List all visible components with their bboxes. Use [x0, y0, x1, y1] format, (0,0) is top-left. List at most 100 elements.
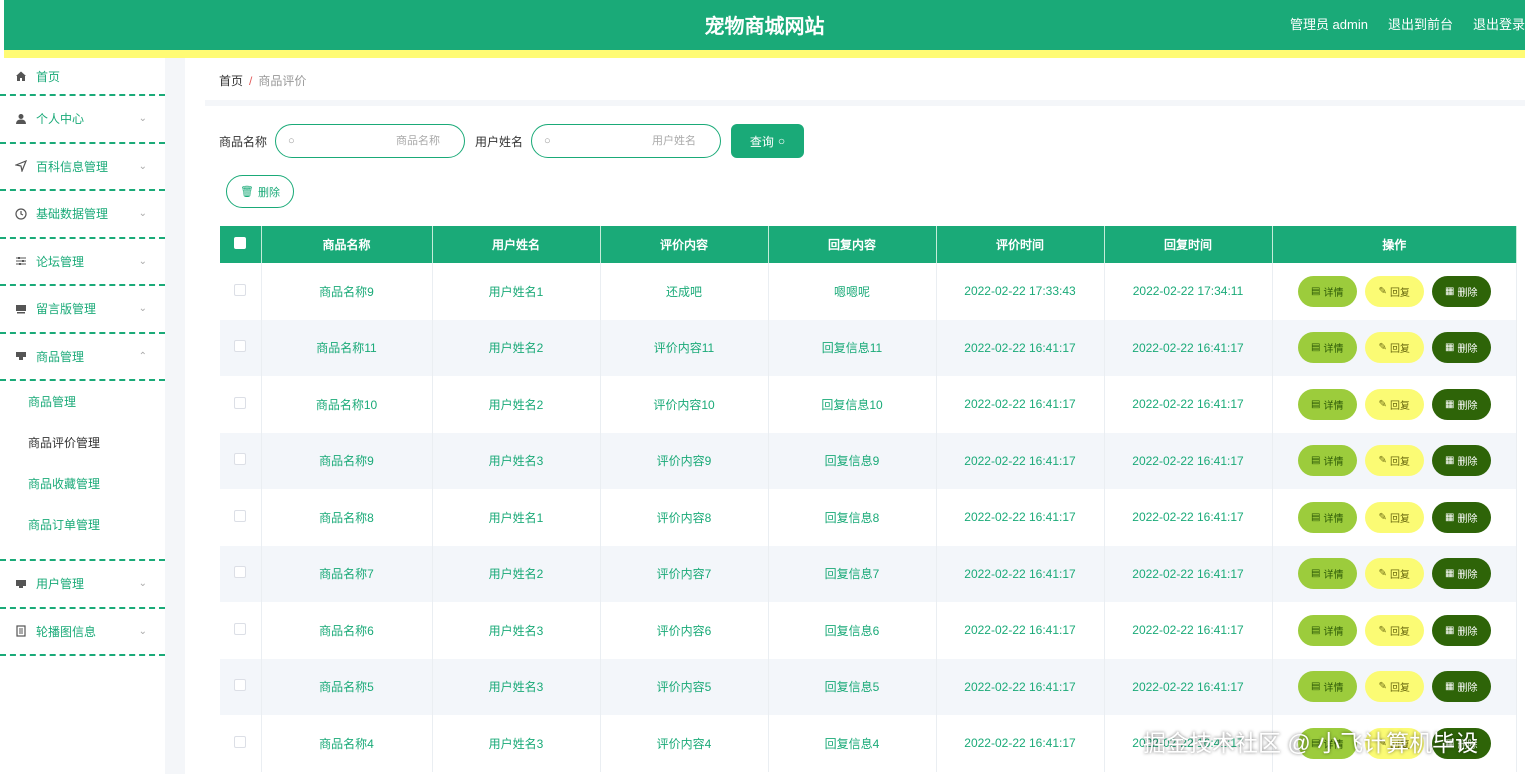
sidebar-item-user[interactable]: 个人中心 ⌄	[0, 96, 165, 144]
submenu-item-goods-favorite[interactable]: 商品收藏管理	[28, 471, 165, 512]
batch-delete-button[interactable]: 🗑 删除	[226, 175, 294, 208]
detail-button[interactable]: ▤ 详情	[1297, 614, 1357, 646]
breadcrumb-current: 商品评价	[258, 74, 307, 88]
detail-button[interactable]: ▤ 详情	[1297, 445, 1357, 477]
submenu-item-goods[interactable]: 商品管理	[28, 389, 165, 430]
table-cell: 评价内容7	[600, 545, 769, 602]
logout-link[interactable]: 退出登录	[1473, 14, 1525, 33]
delete-button[interactable]: ▦ 删除	[1431, 445, 1491, 477]
goods-name-input[interactable]	[294, 135, 453, 147]
detail-button[interactable]: ▤ 详情	[1297, 388, 1357, 420]
table-cell: 评价内容8	[600, 489, 769, 546]
edit-icon: ✎	[1378, 681, 1387, 693]
table-cell: 2022-02-22 16:41:17	[1104, 545, 1273, 602]
trash-icon: ▦	[1445, 455, 1455, 467]
table-cell: 用户姓名3	[432, 658, 601, 715]
sidebar-item-label: 百科信息管理	[36, 159, 109, 174]
table-cell: 2022-02-22 16:41:17	[936, 545, 1105, 602]
sidebar-item-clock[interactable]: 基础数据管理 ⌄	[0, 191, 165, 239]
table-cell: 用户姓名3	[432, 602, 601, 659]
trash-icon: ▦	[1445, 285, 1455, 297]
actions-cell: ▤ 详情 ✎ 回复 ▦ 删除	[1272, 432, 1517, 489]
sidebar-item-label: 轮播图信息	[36, 624, 97, 639]
reply-button-label: 回复	[1389, 457, 1410, 469]
reply-button[interactable]: ✎ 回复	[1364, 558, 1424, 590]
sidebar-item-image[interactable]: 轮播图信息 ⌄	[0, 609, 165, 656]
detail-button[interactable]: ▤ 详情	[1297, 671, 1357, 703]
sidebar-item-send[interactable]: 百科信息管理 ⌄	[0, 144, 165, 191]
detail-button-label: 详情	[1323, 513, 1344, 525]
table-cell: 2022-02-22 16:41:17	[936, 602, 1105, 659]
goods-name-search-field[interactable]: ○	[275, 124, 466, 158]
table-cell: 商品名称11	[261, 319, 433, 376]
table-cell: 评价内容4	[600, 715, 769, 772]
reply-button-label: 回复	[1389, 400, 1410, 412]
sidebar-item-home[interactable]: 首页	[0, 58, 165, 96]
detail-button[interactable]: ▤ 详情	[1297, 332, 1357, 364]
sidebar-item-user-card[interactable]: 用户管理 ⌄	[0, 561, 165, 609]
table-cell: 商品名称5	[261, 658, 433, 715]
reply-button[interactable]: ✎ 回复	[1364, 671, 1424, 703]
row-select-cell	[220, 263, 262, 320]
submenu-item-goods-order[interactable]: 商品订单管理	[28, 512, 165, 553]
reply-button[interactable]: ✎ 回复	[1364, 332, 1424, 364]
row-checkbox[interactable]	[234, 453, 247, 466]
edit-icon: ✎	[1378, 624, 1387, 636]
delete-button[interactable]: ▦ 删除	[1431, 501, 1491, 533]
row-checkbox[interactable]	[234, 340, 247, 353]
sidebar-item-sliders[interactable]: 论坛管理 ⌄	[0, 239, 165, 286]
edit-icon: ✎	[1378, 568, 1387, 580]
detail-button[interactable]: ▤ 详情	[1297, 275, 1357, 307]
reply-button[interactable]: ✎ 回复	[1364, 501, 1424, 533]
chevron-down-icon: ⌄	[138, 113, 147, 125]
table-cell: 回复信息11	[768, 319, 937, 376]
row-checkbox[interactable]	[234, 396, 247, 409]
detail-button[interactable]: ▤ 详情	[1297, 558, 1357, 590]
breadcrumb-home[interactable]: 首页	[219, 74, 243, 88]
table-cell: 回复信息7	[768, 545, 937, 602]
clock-icon	[14, 207, 28, 221]
delete-button[interactable]: ▦ 删除	[1431, 558, 1491, 590]
reply-button[interactable]: ✎ 回复	[1364, 445, 1424, 477]
row-checkbox[interactable]	[234, 735, 247, 748]
select-all-checkbox[interactable]	[234, 237, 247, 249]
divider	[205, 100, 1525, 106]
delete-button-label: 删除	[1457, 513, 1478, 525]
delete-button-label: 删除	[1457, 287, 1478, 299]
user-name-search-field[interactable]: ○	[531, 124, 722, 158]
row-checkbox[interactable]	[234, 509, 247, 522]
table-row: 商品名称9 用户姓名1 还成吧 嗯嗯呢 2022-02-22 17:33:43 2022-…	[220, 263, 1517, 320]
front-link[interactable]: 退出到前台	[1388, 14, 1453, 33]
table-cell: 商品名称9	[261, 432, 433, 489]
row-checkbox[interactable]	[234, 622, 247, 635]
search-icon: ○	[288, 135, 295, 147]
delete-button[interactable]: ▦ 删除	[1431, 332, 1491, 364]
reply-button[interactable]: ✎ 回复	[1364, 275, 1424, 307]
delete-button[interactable]: ▦ 删除	[1431, 275, 1491, 307]
reply-button[interactable]: ✎ 回复	[1364, 388, 1424, 420]
user-name-input[interactable]	[550, 135, 709, 147]
reply-button[interactable]: ✎ 回复	[1364, 614, 1424, 646]
row-checkbox[interactable]	[234, 566, 247, 579]
column-header: 评价时间	[936, 226, 1105, 263]
table-cell: 回复信息6	[768, 602, 937, 659]
table-cell: 评价内容5	[600, 658, 769, 715]
delete-button[interactable]: ▦ 删除	[1431, 388, 1491, 420]
query-button[interactable]: 查询 ○	[731, 124, 805, 158]
search-icon: ○	[777, 134, 786, 148]
row-checkbox[interactable]	[234, 679, 247, 692]
chevron-down-icon: ⌄	[138, 303, 147, 315]
detail-button[interactable]: ▤ 详情	[1297, 501, 1357, 533]
column-header: 用户姓名	[432, 226, 601, 263]
sidebar-item-goods[interactable]: 商品管理 ⌃	[0, 334, 165, 381]
actions-cell: ▤ 详情 ✎ 回复 ▦ 删除	[1272, 319, 1517, 376]
sidebar-item-message[interactable]: 留言版管理 ⌄	[0, 286, 165, 334]
delete-button[interactable]: ▦ 删除	[1431, 671, 1491, 703]
column-header: 回复内容	[768, 226, 937, 263]
submenu-item-goods-review[interactable]: 商品评价管理	[28, 430, 165, 471]
row-select-cell	[220, 658, 262, 715]
table-cell: 2022-02-22 16:41:17	[936, 715, 1105, 772]
document-icon: ▤	[1311, 455, 1321, 467]
row-checkbox[interactable]	[234, 283, 247, 296]
delete-button[interactable]: ▦ 删除	[1431, 614, 1491, 646]
